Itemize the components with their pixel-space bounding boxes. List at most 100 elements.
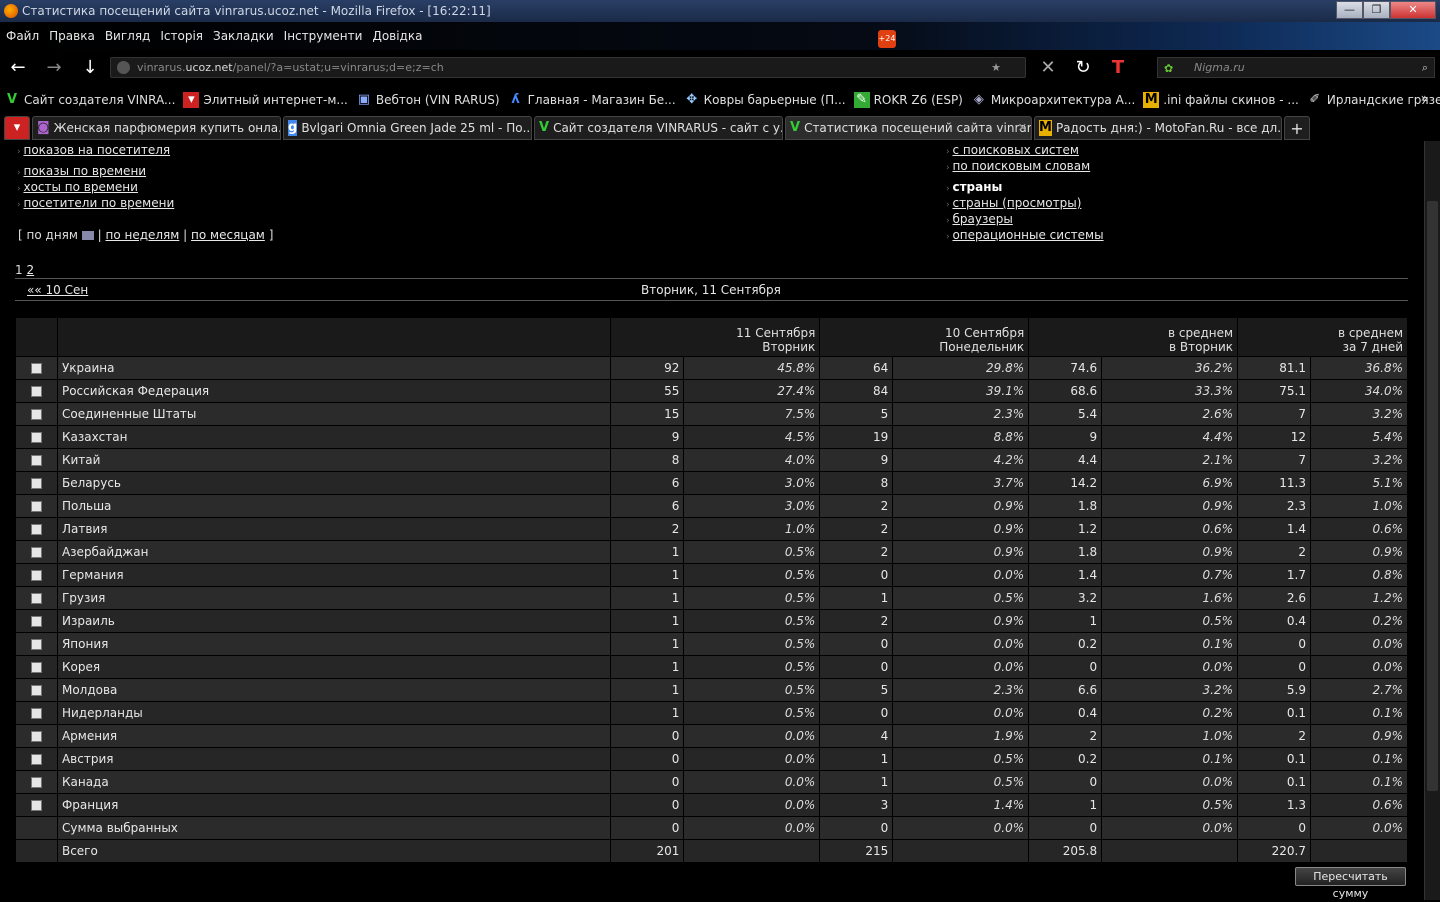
link-views-per-visitor[interactable]: показов на посетителя: [23, 143, 170, 157]
row-checkbox[interactable]: [30, 685, 42, 696]
tab-pinned[interactable]: ▾: [4, 116, 30, 140]
stop-icon[interactable]: ✕: [1036, 57, 1060, 79]
bookmarks-overflow-icon[interactable]: »: [1421, 91, 1428, 105]
percent-cell: 0.0%: [892, 563, 1030, 587]
row-checkbox[interactable]: [30, 409, 42, 420]
bookmark-item[interactable]: ◈ Микроархитектура А...: [971, 92, 1135, 108]
table-row: Беларусь 6 3.0% 8 3.7% 14.2 6.9% 11.3 5.1%: [15, 471, 1409, 495]
back-icon[interactable]: ←: [6, 57, 30, 79]
scrollbar[interactable]: [1424, 141, 1440, 900]
new-tab-button[interactable]: +: [1284, 116, 1310, 140]
row-checkbox[interactable]: [30, 708, 42, 719]
count-cell: 0.1: [1237, 747, 1311, 771]
period-selector: [ по дням | по неделям | по месяцам ]: [18, 228, 273, 242]
menu-history[interactable]: Історія: [160, 29, 203, 43]
link-browsers[interactable]: браузеры: [952, 212, 1012, 226]
count-cell: 75.1: [1237, 379, 1311, 403]
percent-cell: 0.6%: [1309, 517, 1409, 541]
percent-cell: 0.0%: [1101, 770, 1239, 794]
row-checkbox[interactable]: [30, 386, 42, 397]
tab-motofan[interactable]: M Радость дня:) - MotoFan.Ru - все дл...: [1034, 116, 1282, 140]
header-line1: в среднем: [1167, 326, 1234, 340]
bookmark-item[interactable]: ✥ Ковры барьерные (П...: [684, 92, 845, 108]
addon-badge[interactable]: +24: [878, 30, 896, 48]
link-countries-views[interactable]: страны (просмотры): [952, 196, 1081, 210]
search-engine-icon[interactable]: ✿: [1164, 59, 1173, 78]
bookmark-item[interactable]: ʎ Главная - Магазин Бе...: [508, 92, 675, 108]
row-checkbox-cell: [15, 494, 58, 518]
count-cell: 74.6: [1028, 356, 1103, 380]
link-search-words[interactable]: по поисковым словам: [952, 159, 1090, 173]
period-months-link[interactable]: по месяцам: [191, 228, 265, 242]
count-cell: 7: [1237, 448, 1311, 472]
prev-day-row: «« 10 Сен: [27, 283, 88, 297]
row-checkbox[interactable]: [30, 478, 42, 489]
row-checkbox[interactable]: [30, 639, 42, 650]
count-cell: 0.2: [1028, 632, 1103, 656]
percent-cell: [683, 839, 821, 863]
count-cell: 1: [610, 678, 685, 702]
bookmark-item[interactable]: ▣ Вебтон (VIN RARUS): [356, 92, 500, 108]
minimize-button[interactable]: —: [1336, 1, 1363, 19]
row-checkbox[interactable]: [30, 432, 42, 443]
tab-vinrarus[interactable]: V Сайт создателя VINRARUS - сайт с у...: [534, 116, 783, 140]
tab-perfume[interactable]: ◙ Женская парфюмерия купить онла...: [32, 116, 281, 140]
percent-cell: 4.4%: [1101, 425, 1239, 449]
link-operating-systems[interactable]: операционные системы: [952, 228, 1103, 242]
row-checkbox[interactable]: [30, 363, 42, 374]
search-icon[interactable]: ⌕: [1422, 58, 1428, 77]
period-days: по дням: [26, 228, 78, 242]
country-name: Армения: [56, 724, 612, 748]
tab-stats-active[interactable]: V Статистика посещений сайта vinrar... ✕: [785, 116, 1032, 140]
tab-bvlgari[interactable]: g Bvlgari Omnia Green Jade 25 ml - По...: [283, 116, 532, 140]
row-checkbox-cell: [15, 586, 58, 610]
prev-day-link[interactable]: «« 10 Сен: [27, 283, 88, 297]
menu-bookmarks[interactable]: Закладки: [213, 29, 274, 43]
count-cell: 64: [819, 356, 894, 380]
period-weeks-link[interactable]: по неделям: [105, 228, 179, 242]
link-visitors-by-time[interactable]: посетители по времени: [23, 196, 174, 210]
bookmark-item[interactable]: V Сайт создателя VINRA...: [4, 92, 175, 108]
menu-file[interactable]: Файл: [6, 29, 39, 43]
close-window-button[interactable]: ✕: [1390, 1, 1436, 19]
url-bar[interactable]: vinrarus.ucoz.net/panel/?a=ustat;u=vinra…: [110, 57, 1026, 78]
percent-cell: 36.8%: [1309, 356, 1409, 380]
row-checkbox[interactable]: [30, 754, 42, 765]
recalculate-sum-button[interactable]: Пересчитать сумму: [1295, 867, 1406, 900]
t-addon-icon[interactable]: T: [1106, 57, 1130, 79]
row-checkbox[interactable]: [30, 616, 42, 627]
search-input[interactable]: ✿ Nigma.ru ⌕: [1157, 57, 1435, 78]
download-icon[interactable]: ↓: [78, 57, 102, 79]
row-checkbox[interactable]: [30, 800, 42, 811]
row-checkbox[interactable]: [30, 547, 42, 558]
site-identity-icon[interactable]: [117, 61, 130, 74]
menu-tools[interactable]: Інструменти: [284, 29, 363, 43]
row-checkbox[interactable]: [30, 501, 42, 512]
menu-view[interactable]: Вигляд: [105, 29, 151, 43]
menu-edit[interactable]: Правка: [49, 29, 95, 43]
row-checkbox[interactable]: [30, 662, 42, 673]
bookmark-item[interactable]: ✎ ROKR Z6 (ESP): [853, 92, 963, 108]
count-cell: 19: [819, 425, 894, 449]
star-icon[interactable]: ★: [991, 58, 1001, 77]
scrollbar-thumb[interactable]: [1427, 201, 1438, 791]
close-tab-icon[interactable]: ✕: [1018, 121, 1027, 134]
link-search-engines[interactable]: с поисковых систем: [952, 143, 1078, 157]
reload-icon[interactable]: ↻: [1071, 57, 1095, 79]
bookmark-item[interactable]: M .ini файлы скинов - ...: [1143, 92, 1299, 108]
maximize-button[interactable]: ❐: [1363, 1, 1390, 19]
link-hosts-by-time[interactable]: хосты по времени: [23, 180, 137, 194]
row-checkbox[interactable]: [30, 524, 42, 535]
row-checkbox[interactable]: [30, 593, 42, 604]
row-checkbox[interactable]: [30, 731, 42, 742]
row-checkbox[interactable]: [30, 777, 42, 788]
divider: [15, 300, 1408, 301]
menu-help[interactable]: Довідка: [372, 29, 422, 43]
page-2-link[interactable]: 2: [26, 263, 34, 277]
forward-icon[interactable]: →: [42, 57, 66, 79]
calendar-icon[interactable]: [81, 231, 94, 240]
bookmark-item[interactable]: ▾ Элитный интернет-м...: [183, 92, 348, 108]
row-checkbox[interactable]: [30, 570, 42, 581]
link-views-by-time[interactable]: показы по времени: [23, 164, 146, 178]
row-checkbox[interactable]: [30, 455, 42, 466]
